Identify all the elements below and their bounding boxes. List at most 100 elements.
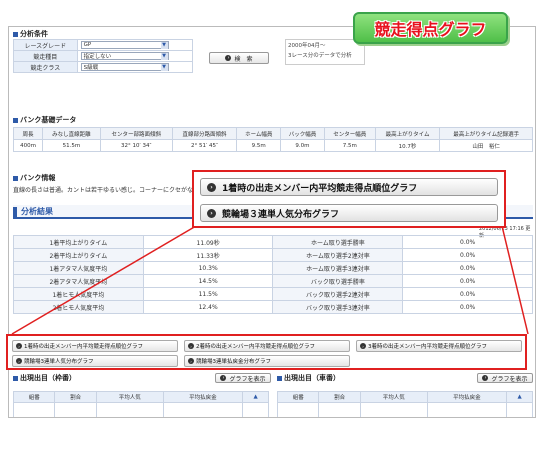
- circle-arrow-icon: ›: [220, 375, 227, 381]
- bank-col-header: センター幅員: [323, 127, 376, 140]
- search-button[interactable]: › 検 索: [209, 52, 269, 64]
- bank-col-header: バック幅員: [280, 127, 325, 140]
- result-value: 14.5%: [142, 274, 274, 288]
- circle-arrow-icon: ›: [207, 208, 216, 218]
- condition-form: レースグレード GP ▼ 競走種目 指定しない ▼ 競走クラス S級戦 ▼: [13, 39, 194, 73]
- result-label: 2着平均上がりタイム: [13, 248, 144, 262]
- bank-cell: 9.0m: [280, 139, 325, 152]
- result-value: 0.0%: [402, 287, 533, 301]
- bank-cell: 2° 51′ 45″: [171, 139, 238, 152]
- result-label: 2着アタマ人気度平均: [13, 274, 144, 288]
- graph-button-3rd[interactable]: › 3着時の出走メンバー内平均競走得点順位グラフ: [356, 340, 522, 352]
- circle-arrow-icon: ›: [16, 358, 22, 364]
- bank-data-table: 周長 みなし直線距離 センター部路面傾斜 直線部分路面傾斜 ホーム幅員 バック幅員 センター…: [12, 127, 533, 152]
- table-row: 1着アタマ人気度平均 10.3% ホーム取り選手3連対率 0.0%: [13, 261, 533, 275]
- exit-title-sha: 出現出目（車番）: [277, 373, 340, 383]
- analysis-cond-title: 分析条件: [13, 29, 48, 39]
- result-label: 1着平均上がりタイム: [13, 235, 144, 249]
- circle-arrow-icon: ›: [16, 343, 22, 349]
- graph-popup: › 1着時の出走メンバー内平均競走得点順位グラフ › 競輪場３連単人気分布グラフ: [192, 170, 506, 228]
- event-select[interactable]: 指定しない ▼: [80, 52, 169, 60]
- graph-button-payout[interactable]: › 競輪場3連単払戻金分布グラフ: [184, 355, 350, 367]
- bank-cell: 9.5m: [236, 139, 282, 152]
- bank-cell: 400m: [12, 139, 44, 152]
- result-value: 0.0%: [402, 261, 533, 275]
- bank-info-text: 直線の長さは普通。カントは若干ゆるい感じ。コーナーにクセがない: [13, 187, 200, 194]
- result-value: 0.0%: [402, 274, 533, 288]
- result-label: バック取り選手3連対率: [272, 300, 404, 314]
- result-value: 0.0%: [402, 300, 533, 314]
- circle-arrow-icon: ›: [188, 358, 194, 364]
- col-header: 組番: [276, 391, 320, 403]
- bank-col-header: センター部路面傾斜: [99, 127, 173, 140]
- bank-info-title: バンク情報: [13, 173, 55, 183]
- circle-arrow-icon: ›: [482, 375, 489, 381]
- score-graph-badge: 競走得点グラフ: [353, 12, 508, 44]
- bank-cell: 32° 10′ 34″: [99, 139, 173, 152]
- bank-cell: 51.5m: [42, 139, 101, 152]
- circle-arrow-icon: ›: [207, 182, 216, 192]
- result-value: 10.3%: [142, 261, 274, 275]
- grade-label: レースグレード: [13, 39, 78, 51]
- chevron-down-icon: ▼: [160, 63, 168, 71]
- bank-col-header: 直線部分路面傾斜: [171, 127, 238, 140]
- graph-button-2nd[interactable]: › 2着時の出走メンバー内平均競走得点順位グラフ: [184, 340, 350, 352]
- result-label: 1着アタマ人気度平均: [13, 261, 144, 275]
- circle-arrow-icon: ›: [188, 343, 194, 349]
- result-label: ホーム取り選手3連対率: [272, 261, 404, 275]
- exit-table-sha: 組番 割合 平均人気 平均払戻金 ▲: [276, 391, 533, 417]
- chevron-down-icon: ▼: [160, 52, 168, 60]
- graph-button-group: › 1着時の出走メンバー内平均競走得点順位グラフ › 2着時の出走メンバー内平均競走…: [6, 334, 527, 370]
- circle-arrow-icon: ›: [225, 55, 232, 61]
- class-label: 競走クラス: [13, 61, 78, 73]
- bank-col-header: 最高上がりタイム: [374, 127, 441, 140]
- chevron-up-icon[interactable]: ▲: [506, 391, 533, 403]
- result-label: ホーム取り選手2連対率: [272, 248, 404, 262]
- col-header: 割合: [54, 391, 97, 403]
- exit-table-waku: 組番 割合 平均人気 平均払戻金 ▲: [12, 391, 269, 417]
- table-row: 2着平均上がりタイム 11.33秒 ホーム取り選手2連対率 0.0%: [13, 248, 533, 262]
- graph-button-popularity[interactable]: › 競輪場3連単人気分布グラフ: [12, 355, 178, 367]
- result-label: ホーム取り選手勝率: [272, 235, 404, 249]
- bank-col-header: ホーム幅員: [236, 127, 282, 140]
- result-label: バック取り選手2連対率: [272, 287, 404, 301]
- result-label: バック取り選手勝率: [272, 274, 404, 288]
- chevron-up-icon[interactable]: ▲: [242, 391, 269, 403]
- result-label: 2着ヒモ人気度平均: [13, 300, 144, 314]
- table-row: 1着ヒモ人気度平均 11.5% バック取り選手2連対率 0.0%: [13, 287, 533, 301]
- result-label: 1着ヒモ人気度平均: [13, 287, 144, 301]
- col-header: 平均払戻金: [162, 391, 244, 403]
- period-info: 2000年04月〜 3レース分のデータで分析: [285, 39, 365, 65]
- exit-title-waku: 出現出目（枠番）: [13, 373, 76, 383]
- grade-select[interactable]: GP ▼: [80, 41, 169, 49]
- col-header: 平均人気: [95, 391, 164, 403]
- result-value: 11.09秒: [142, 235, 274, 249]
- table-row: 2着ヒモ人気度平均 12.4% バック取り選手3連対率 0.0%: [13, 300, 533, 314]
- table-row: 2着アタマ人気度平均 14.5% バック取り選手勝率 0.0%: [13, 274, 533, 288]
- result-value: 12.4%: [142, 300, 274, 314]
- show-graph-button-waku[interactable]: › グラフを表示: [215, 373, 271, 383]
- col-header: 平均払戻金: [426, 391, 508, 403]
- graph-button-1st[interactable]: › 1着時の出走メンバー内平均競走得点順位グラフ: [12, 340, 178, 352]
- result-value: 11.33秒: [142, 248, 274, 262]
- col-header: 割合: [318, 391, 361, 403]
- popup-popularity-graph-button[interactable]: › 競輪場３連単人気分布グラフ: [200, 204, 498, 222]
- event-label: 競走種目: [13, 50, 78, 62]
- show-graph-button-sha[interactable]: › グラフを表示: [477, 373, 533, 383]
- bank-col-header: 最高上がりタイム記録選手: [439, 127, 533, 140]
- bank-cell: 7.5m: [323, 139, 376, 152]
- result-value: 11.5%: [142, 287, 274, 301]
- bank-col-header: みなし直線距離: [42, 127, 101, 140]
- col-header: 平均人気: [359, 391, 428, 403]
- result-value: 0.0%: [402, 235, 533, 249]
- bank-cell: 山田 裕仁: [439, 139, 533, 152]
- analysis-result-table: 1着平均上がりタイム 11.09秒 ホーム取り選手勝率 0.0% 2着平均上がりタイム 1…: [13, 235, 533, 314]
- bank-data-title: バンク基礎データ: [13, 115, 76, 125]
- circle-arrow-icon: ›: [360, 343, 366, 349]
- bank-cell: 10.7秒: [374, 139, 441, 152]
- result-value: 0.0%: [402, 248, 533, 262]
- bank-col-header: 周長: [12, 127, 44, 140]
- popup-avg-score-graph-button[interactable]: › 1着時の出走メンバー内平均競走得点順位グラフ: [200, 178, 498, 196]
- table-row: 1着平均上がりタイム 11.09秒 ホーム取り選手勝率 0.0%: [13, 235, 533, 249]
- class-select[interactable]: S級戦 ▼: [80, 63, 169, 71]
